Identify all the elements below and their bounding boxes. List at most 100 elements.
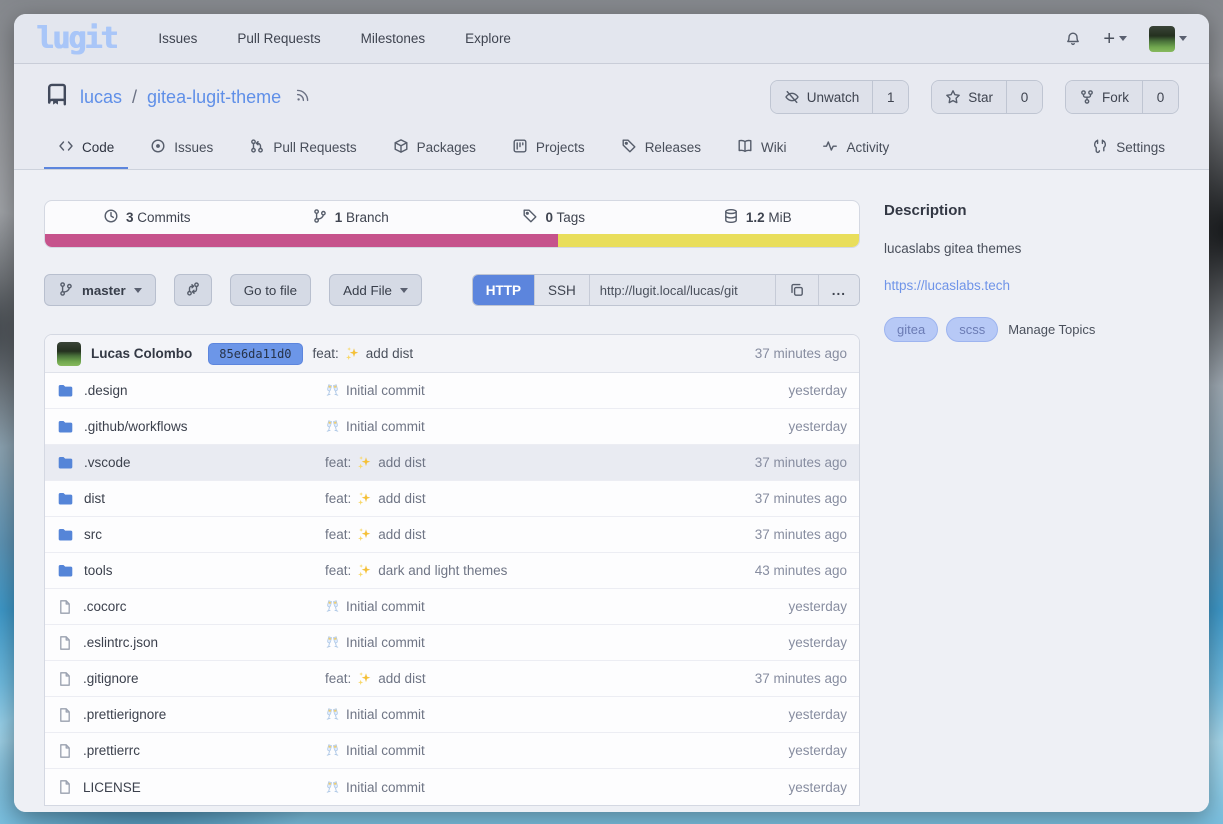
file-commit-message[interactable]: feat:add dist xyxy=(325,491,426,506)
file-commit-message[interactable]: feat:add dist xyxy=(325,527,426,542)
file-row--cocorc[interactable]: .cocorcInitial commityesterday xyxy=(45,589,859,625)
topic-pill-scss[interactable]: scss xyxy=(946,317,998,342)
current-branch-label: master xyxy=(82,283,126,298)
nav-link-pull-requests[interactable]: Pull Requests xyxy=(237,31,320,46)
ssh-protocol-button[interactable]: SSH xyxy=(535,275,590,305)
language-stats-bar[interactable] xyxy=(45,234,859,247)
pull-request-icon xyxy=(249,138,265,157)
file-name-link[interactable]: .eslintrc.json xyxy=(83,635,158,650)
stat-commits[interactable]: 3 Commits xyxy=(45,208,249,227)
repo-website-link[interactable]: https://lucaslabs.tech xyxy=(884,278,1185,293)
tab-projects[interactable]: Projects xyxy=(498,128,599,169)
file-commit-message[interactable]: Initial commit xyxy=(325,383,425,398)
file-row--prettierrc[interactable]: .prettierrcInitial commityesterday xyxy=(45,733,859,769)
file-commit-message[interactable]: Initial commit xyxy=(325,743,425,758)
rss-icon[interactable] xyxy=(295,87,311,108)
commit-author-name[interactable]: Lucas Colombo xyxy=(91,346,192,361)
go-to-file-button[interactable]: Go to file xyxy=(230,274,311,306)
star-button[interactable]: Star xyxy=(932,81,1006,113)
more-options-button[interactable]: ... xyxy=(819,275,859,305)
file-name-link[interactable]: .design xyxy=(84,383,128,398)
tab-wiki[interactable]: Wiki xyxy=(723,128,801,169)
file-name-link[interactable]: .github/workflows xyxy=(84,419,188,434)
file-icon xyxy=(57,707,73,723)
file-name-link[interactable]: dist xyxy=(84,491,105,506)
file-row-LICENSE[interactable]: LICENSEInitial commityesterday xyxy=(45,769,859,805)
file-name-link[interactable]: .prettierignore xyxy=(83,707,166,722)
file-row--eslintrc-json[interactable]: .eslintrc.jsonInitial commityesterday xyxy=(45,625,859,661)
file-name-link[interactable]: src xyxy=(84,527,102,542)
file-name-link[interactable]: tools xyxy=(84,563,113,578)
file-commit-message[interactable]: feat:dark and light themes xyxy=(325,563,507,578)
tab-releases[interactable]: Releases xyxy=(607,128,715,169)
unwatch-count[interactable]: 1 xyxy=(872,81,908,113)
file-name-link[interactable]: .cocorc xyxy=(83,599,127,614)
file-row--prettierignore[interactable]: .prettierignoreInitial commityesterday xyxy=(45,697,859,733)
http-protocol-button[interactable]: HTTP xyxy=(473,275,535,305)
file-commit-message[interactable]: feat:add dist xyxy=(325,455,426,470)
topic-pill-gitea[interactable]: gitea xyxy=(884,317,938,342)
file-row-dist[interactable]: distfeat:add dist37 minutes ago xyxy=(45,481,859,517)
file-commit-message[interactable]: Initial commit xyxy=(325,780,425,795)
stat-tags[interactable]: 0 Tags xyxy=(452,208,656,227)
file-name-link[interactable]: .vscode xyxy=(84,455,131,470)
folder-icon xyxy=(57,490,74,507)
commit-author-avatar[interactable] xyxy=(57,342,81,366)
file-commit-message[interactable]: Initial commit xyxy=(325,635,425,650)
user-menu[interactable] xyxy=(1149,26,1187,52)
star-count[interactable]: 0 xyxy=(1006,81,1042,113)
manage-topics-link[interactable]: Manage Topics xyxy=(1008,322,1095,337)
file-row-src[interactable]: srcfeat:add dist37 minutes ago xyxy=(45,517,859,553)
file-name-link[interactable]: .prettierrc xyxy=(83,743,140,758)
language-segment-1[interactable] xyxy=(558,234,859,247)
fork-count[interactable]: 0 xyxy=(1142,81,1178,113)
branch-selector-button[interactable]: master xyxy=(44,274,156,306)
notifications-bell-icon[interactable] xyxy=(1065,31,1081,47)
user-avatar[interactable] xyxy=(1149,26,1175,52)
app-logo[interactable]: lugit xyxy=(36,24,116,54)
file-row--github-workflows[interactable]: .github/workflowsInitial commityesterday xyxy=(45,409,859,445)
stat-branch[interactable]: 1 Branch xyxy=(249,208,453,227)
repo-owner-link[interactable]: lucas xyxy=(80,87,122,108)
branch-icon xyxy=(312,208,328,227)
file-name-link[interactable]: LICENSE xyxy=(83,780,141,795)
repo-name-link[interactable]: gitea-lugit-theme xyxy=(147,87,281,108)
fork-button[interactable]: Fork xyxy=(1066,81,1142,113)
topic-pills: gitea scss xyxy=(884,317,998,342)
file-name-link[interactable]: .gitignore xyxy=(83,671,139,686)
repo-tabs: CodeIssuesPull RequestsPackagesProjectsR… xyxy=(14,114,1209,170)
file-commit-message[interactable]: Initial commit xyxy=(325,419,425,434)
nav-link-explore[interactable]: Explore xyxy=(465,31,511,46)
tab-activity[interactable]: Activity xyxy=(808,128,903,169)
clone-url-input[interactable] xyxy=(590,275,776,305)
copy-url-button[interactable] xyxy=(776,275,819,305)
repository-icon xyxy=(44,82,70,113)
book-icon xyxy=(737,138,753,157)
add-file-button[interactable]: Add File xyxy=(329,274,422,306)
tab-issues[interactable]: Issues xyxy=(136,128,227,169)
tag-icon xyxy=(621,138,637,157)
tab-pull-requests[interactable]: Pull Requests xyxy=(235,128,370,169)
commit-hash-badge[interactable]: 85e6da11d0 xyxy=(208,343,302,365)
file-commit-message[interactable]: feat:add dist xyxy=(325,671,426,686)
compare-button[interactable] xyxy=(174,274,212,306)
commit-time: 37 minutes ago xyxy=(755,346,847,361)
file-row--design[interactable]: .designInitial commityesterday xyxy=(45,373,859,409)
file-commit-time: 37 minutes ago xyxy=(755,671,847,686)
stat-mib[interactable]: 1.2 MiB xyxy=(656,208,860,227)
tab-settings[interactable]: Settings xyxy=(1078,128,1179,169)
file-commit-message[interactable]: Initial commit xyxy=(325,707,425,722)
nav-link-issues[interactable]: Issues xyxy=(158,31,197,46)
file-row-tools[interactable]: toolsfeat:dark and light themes43 minute… xyxy=(45,553,859,589)
file-row--vscode[interactable]: .vscodefeat:add dist37 minutes ago xyxy=(45,445,859,481)
create-new-button[interactable]: + xyxy=(1103,29,1127,49)
file-commit-message[interactable]: Initial commit xyxy=(325,599,425,614)
language-segment-0[interactable] xyxy=(45,234,558,247)
commit-message[interactable]: feat:add dist xyxy=(313,346,414,361)
tab-code[interactable]: Code xyxy=(44,128,128,169)
file-row--gitignore[interactable]: .gitignore feat:add dist 37 minutes ago xyxy=(45,661,859,697)
database-icon xyxy=(723,208,739,227)
tab-packages[interactable]: Packages xyxy=(379,128,490,169)
nav-link-milestones[interactable]: Milestones xyxy=(361,31,426,46)
unwatch-button[interactable]: Unwatch xyxy=(771,81,873,113)
